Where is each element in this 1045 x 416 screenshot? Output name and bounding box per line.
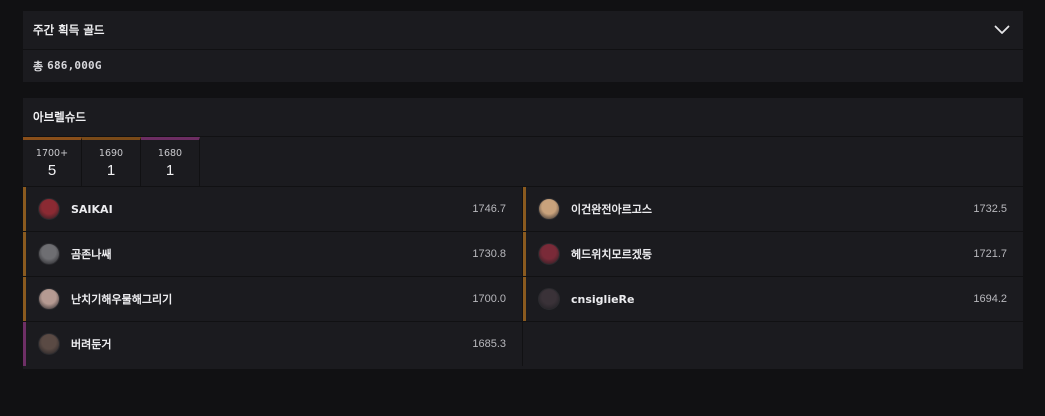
weekly-gold-header[interactable]: 주간 획득 골드 (23, 11, 1023, 50)
character-item-level: 1730.8 (472, 248, 506, 260)
character-row[interactable]: 헤드위치모르겠둥 1721.7 (523, 232, 1023, 276)
avatar (538, 243, 560, 265)
tab-count: 1 (165, 162, 175, 179)
raid-title: 아브렐슈드 (23, 98, 1023, 137)
character-name: SAIKAI (71, 202, 113, 216)
weekly-gold-total-value: 686,000G (47, 59, 102, 72)
character-item-level: 1732.5 (973, 203, 1007, 215)
tab-count: 1 (106, 162, 116, 179)
tab-1690[interactable]: 1690 1 (82, 137, 141, 186)
tab-level-label: 1690 (98, 148, 124, 159)
weekly-gold-total: 총 686,000G (23, 50, 1023, 81)
character-list: SAIKAI 1746.7 이건완전아르고스 1732.5 곰존나쌔 1730.… (23, 187, 1023, 366)
character-item-level: 1700.0 (472, 293, 506, 305)
weekly-gold-panel: 주간 획득 골드 총 686,000G (23, 11, 1023, 82)
character-row[interactable]: cnsiglieRe 1694.2 (523, 277, 1023, 321)
weekly-gold-title: 주간 획득 골드 (33, 23, 105, 37)
character-row[interactable]: 이건완전아르고스 1732.5 (523, 187, 1023, 231)
character-name: 헤드위치모르겠둥 (571, 248, 652, 261)
weekly-gold-total-label: 총 (33, 59, 44, 73)
avatar (38, 333, 60, 355)
character-row[interactable]: 버려둔거 1685.3 (23, 322, 522, 366)
character-row[interactable]: 난치기해우물해그리기 1700.0 (23, 277, 522, 321)
character-name: 난치기해우물해그리기 (71, 293, 173, 306)
character-name: cnsiglieRe (571, 292, 635, 306)
raid-panel: 아브렐슈드 1700+ 5 1690 1 1680 1 SAIKAI 1746.… (23, 98, 1023, 369)
avatar (38, 288, 60, 310)
character-item-level: 1685.3 (472, 338, 506, 350)
empty-cell (523, 322, 1023, 366)
character-item-level: 1721.7 (973, 248, 1007, 260)
tab-level-label: 1700+ (35, 148, 69, 159)
tab-count: 5 (47, 162, 57, 179)
character-item-level: 1746.7 (472, 203, 506, 215)
avatar (538, 198, 560, 220)
character-name: 이건완전아르고스 (571, 203, 652, 216)
avatar (38, 198, 60, 220)
tab-level-label: 1680 (157, 148, 183, 159)
avatar (38, 243, 60, 265)
character-name: 버려둔거 (71, 338, 112, 351)
avatar (538, 288, 560, 310)
character-row[interactable]: 곰존나쌔 1730.8 (23, 232, 522, 276)
character-row[interactable]: SAIKAI 1746.7 (23, 187, 522, 231)
item-level-tabs: 1700+ 5 1690 1 1680 1 (23, 137, 1023, 187)
character-item-level: 1694.2 (973, 293, 1007, 305)
tab-1680[interactable]: 1680 1 (141, 137, 200, 186)
chevron-down-icon[interactable] (993, 21, 1011, 39)
tab-1700-plus[interactable]: 1700+ 5 (23, 137, 82, 186)
character-name: 곰존나쌔 (71, 248, 112, 261)
